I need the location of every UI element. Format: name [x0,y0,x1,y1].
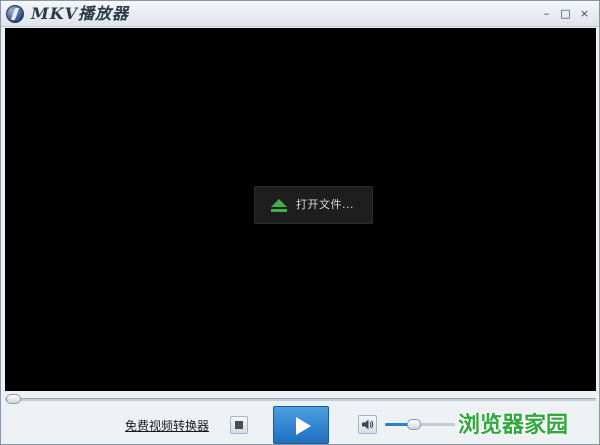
player-window: MKV播放器 – □ × 打开文件... 免费视频转换器 浏览器家园 [0,0,600,445]
minimize-button[interactable]: – [538,5,555,22]
mute-button[interactable] [358,415,377,434]
play-button[interactable] [273,406,329,444]
stop-button[interactable] [230,416,248,434]
maximize-button[interactable]: □ [557,5,574,22]
watermark-text: 浏览器家园 [458,413,569,438]
seek-thumb[interactable] [6,394,21,404]
video-area[interactable]: 打开文件... [5,28,596,391]
title-bar[interactable]: MKV播放器 – □ × [1,1,599,27]
volume-slider[interactable] [385,419,455,431]
play-icon [296,417,311,435]
free-video-converter-link[interactable]: 免费视频转换器 [125,417,209,434]
control-bar: 免费视频转换器 浏览器家园 [1,405,599,444]
eject-icon [271,199,287,212]
seek-bar[interactable] [5,394,596,404]
close-button[interactable]: × [576,5,593,22]
open-file-button[interactable]: 打开文件... [254,186,373,224]
speaker-icon [362,419,374,430]
stop-icon [235,421,243,429]
app-title: MKV播放器 [31,4,130,23]
seek-track[interactable] [5,398,596,401]
volume-thumb[interactable] [407,419,421,430]
open-file-label: 打开文件... [296,198,354,211]
window-controls: – □ × [538,5,593,22]
app-logo-icon [6,5,24,23]
